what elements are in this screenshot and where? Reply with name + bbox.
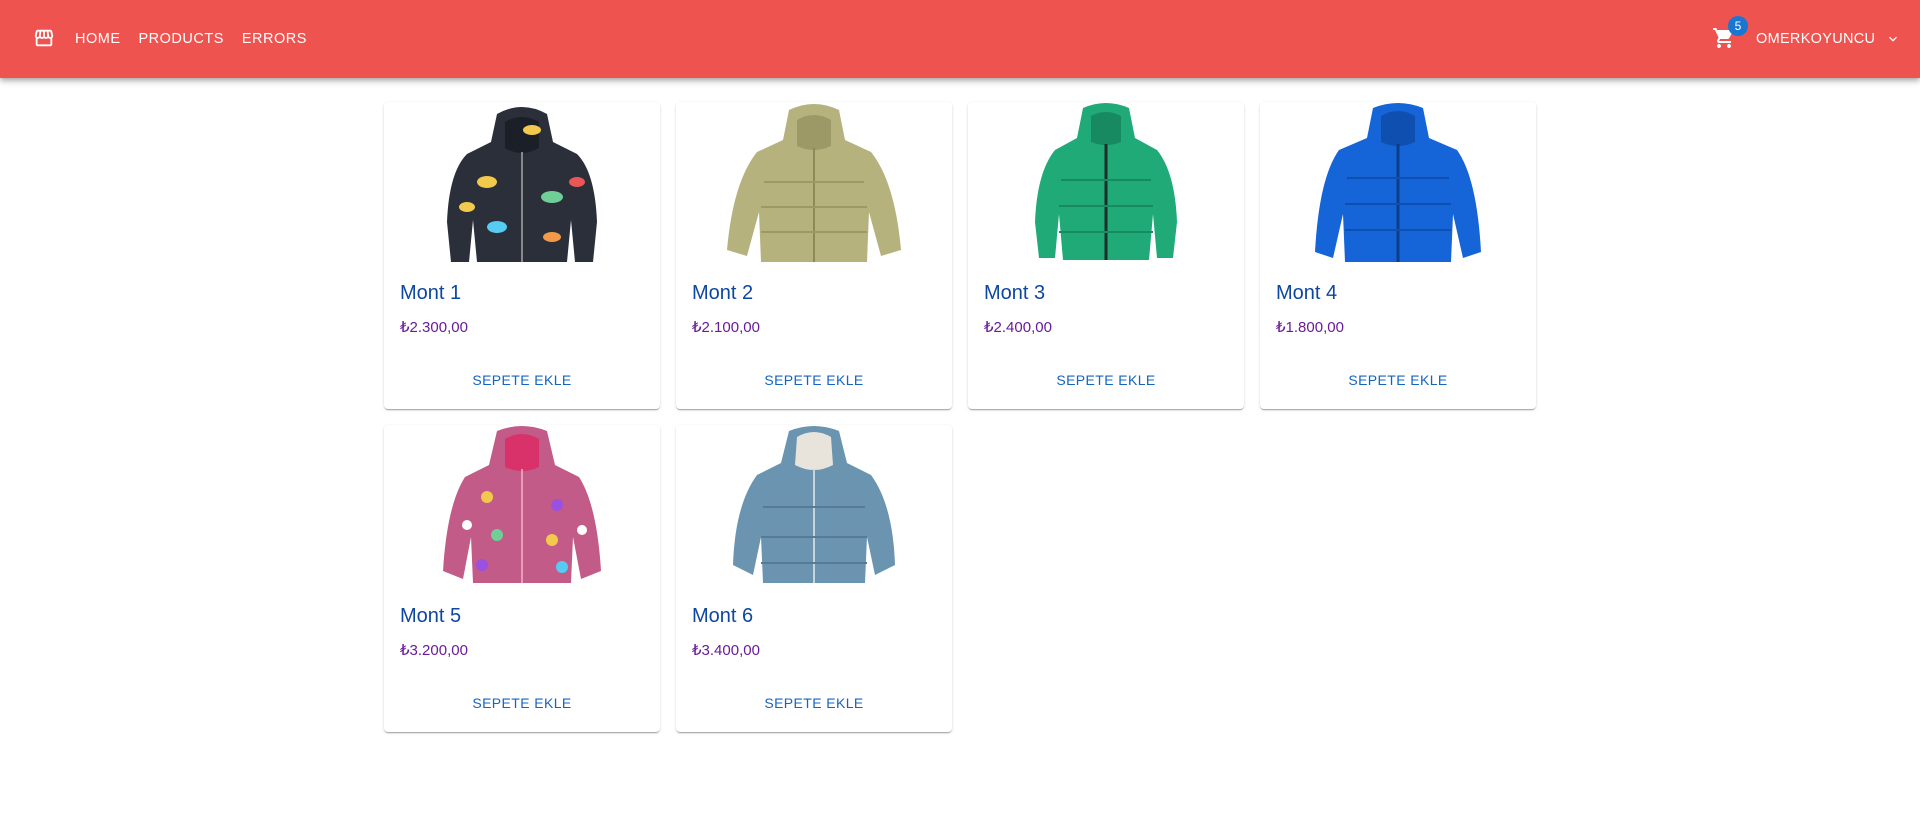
product-title[interactable]: Mont 6 — [692, 605, 753, 628]
product-image — [676, 102, 952, 264]
user-menu[interactable]: OMERKOYUNCU — [1756, 0, 1901, 78]
add-to-cart-button[interactable]: SEPETE EKLE — [752, 689, 875, 717]
add-to-cart-button[interactable]: SEPETE EKLE — [1044, 366, 1167, 394]
main-nav: HOME PRODUCTS ERRORS — [65, 0, 317, 78]
cart-count-badge: 5 — [1728, 16, 1748, 36]
app-bar: HOME PRODUCTS ERRORS 5 OMERKOYUNCU — [0, 0, 1920, 78]
cart-button[interactable]: 5 — [1712, 16, 1748, 54]
product-title[interactable]: Mont 4 — [1276, 282, 1337, 305]
steel-blue-puffer-jacket-image — [733, 426, 895, 583]
nav-errors-link[interactable]: ERRORS — [232, 23, 317, 55]
product-card[interactable]: Mont 6 ₺3.400,00 SEPETE EKLE — [676, 425, 952, 732]
user-name: OMERKOYUNCU — [1756, 31, 1876, 47]
green-puffer-jacket-image — [1035, 103, 1177, 260]
add-to-cart-button[interactable]: SEPETE EKLE — [460, 366, 583, 394]
product-image — [968, 102, 1244, 264]
product-price: ₺1.800,00 — [1276, 319, 1344, 336]
product-title[interactable]: Mont 2 — [692, 282, 753, 305]
product-image — [384, 425, 660, 587]
product-price: ₺2.400,00 — [984, 319, 1052, 336]
nav-products-link[interactable]: PRODUCTS — [129, 23, 234, 55]
product-image — [384, 102, 660, 264]
product-card[interactable]: Mont 1 ₺2.300,00 SEPETE EKLE — [384, 102, 660, 409]
product-card[interactable]: Mont 4 ₺1.800,00 SEPETE EKLE — [1260, 102, 1536, 409]
product-card[interactable]: Mont 2 ₺2.100,00 SEPETE EKLE — [676, 102, 952, 409]
product-price: ₺2.100,00 — [692, 319, 760, 336]
nav-home-link[interactable]: HOME — [65, 23, 131, 55]
product-title[interactable]: Mont 5 — [400, 605, 461, 628]
add-to-cart-button[interactable]: SEPETE EKLE — [752, 366, 875, 394]
product-card[interactable]: Mont 5 ₺3.200,00 SEPETE EKLE — [384, 425, 660, 732]
add-to-cart-button[interactable]: SEPETE EKLE — [460, 689, 583, 717]
product-price: ₺3.200,00 — [400, 642, 468, 659]
product-grid: Mont 1 ₺2.300,00 SEPETE EKLE Mont 2 ₺2.1… — [384, 102, 1536, 732]
product-title[interactable]: Mont 1 — [400, 282, 461, 305]
storefront-icon[interactable] — [33, 27, 55, 49]
product-price: ₺3.400,00 — [692, 642, 760, 659]
khaki-puffer-jacket-image — [727, 104, 901, 262]
product-price: ₺2.300,00 — [400, 319, 468, 336]
blue-puffer-jacket-image — [1315, 103, 1481, 262]
dinosaur-print-puffer-jacket-image — [447, 107, 597, 262]
product-card[interactable]: Mont 3 ₺2.400,00 SEPETE EKLE — [968, 102, 1244, 409]
floral-puffer-jacket-image — [443, 426, 601, 583]
chevron-down-icon — [1885, 31, 1901, 47]
product-image — [676, 425, 952, 587]
shopping-cart-icon — [1712, 28, 1736, 54]
product-title[interactable]: Mont 3 — [984, 282, 1045, 305]
add-to-cart-button[interactable]: SEPETE EKLE — [1336, 366, 1459, 394]
product-image — [1260, 102, 1536, 264]
